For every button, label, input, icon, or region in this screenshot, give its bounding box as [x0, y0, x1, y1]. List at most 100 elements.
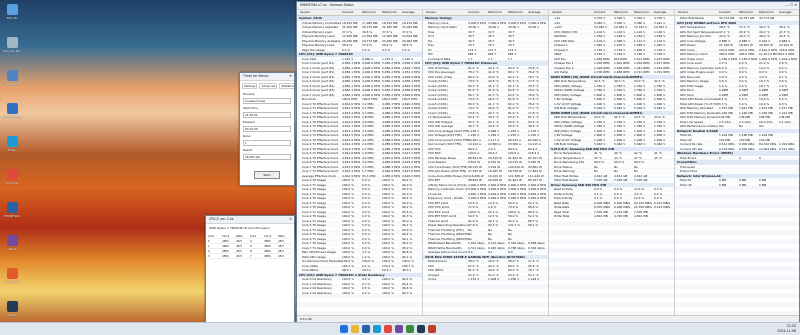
desktop-icon[interactable]: CPU-Z [2, 233, 22, 264]
sensor-row[interactable]: Write Total 4,812 MB 4,790 MB 4,812 MB [549, 214, 674, 219]
sensor-value: 0 MB [739, 182, 747, 187]
timer-window[interactable]: Timer for Bench ✕ Settings Advanced Statis… [239, 72, 295, 186]
system-tray[interactable]: 21:52 2024-11-08 [777, 324, 796, 333]
column-header-label: Current [342, 10, 354, 14]
timer-titlebar[interactable]: Timer for Bench ✕ [240, 73, 294, 81]
column-header-label: Current [594, 10, 606, 14]
app-icon [6, 103, 18, 114]
sensor-row[interactable]: Core 3 C0 Residency 100.0 % 0.2 % 100.0 % 96… [297, 291, 422, 296]
field-value[interactable]: 21:40:04 [243, 112, 291, 118]
sensor-panel-2[interactable]: Sensor Current Minimum Maximum Average Memory… [423, 10, 549, 316]
taskbar-app-icon[interactable] [384, 325, 392, 333]
taskbar-app-icon[interactable] [417, 325, 425, 333]
column-header-label: Average [402, 10, 415, 14]
tray-date: 2024-11-08 [777, 328, 796, 333]
app-icon [6, 70, 18, 81]
cpuz-cell: 3 [208, 254, 222, 259]
sensor-panel-4[interactable]: Sensor Current Minimum Maximum Average Total … [675, 10, 799, 316]
taskbar-app-icon[interactable] [351, 325, 359, 333]
desktop-icon[interactable]: Recycle Bin [2, 35, 22, 66]
tab-settings[interactable]: Settings [242, 83, 258, 89]
column-header-label: Maximum [382, 10, 397, 14]
column-header-label: Sensor [426, 10, 437, 14]
desktop-icon[interactable]: Edge [2, 134, 22, 165]
desktop-icon[interactable]: HWiNFO64 [2, 200, 22, 231]
start-button[interactable]: Start [254, 171, 280, 179]
field-label: Result [243, 148, 253, 152]
tab-statistics[interactable]: Statistics [279, 83, 294, 89]
column-header-label: Maximum [508, 10, 523, 14]
app-icon [6, 235, 18, 246]
column-header-label: Average [654, 10, 667, 14]
desktop-icon-label: HWiNFO64 [3, 214, 21, 218]
sensor-value: 1.280 V [508, 277, 520, 281]
sensor-row[interactable]: Total UP 0 MB 0 MB 0 MB [675, 183, 799, 188]
taskbar-app-icon[interactable] [406, 325, 414, 333]
desktop-icon-label: Network [5, 82, 19, 86]
column-header-label: Sensor [300, 10, 311, 14]
cpuz-title: CPU-Z ver. 2.xx [209, 217, 234, 221]
sensor-name: Vcore [428, 277, 437, 281]
desktop-icon[interactable]: Control Panel [2, 101, 22, 132]
sensor-name: Write Total [554, 214, 570, 218]
desktop-icon[interactable]: This PC [2, 2, 22, 33]
cpuz-cell: 4850 [264, 254, 278, 259]
column-header-label: Minimum [614, 10, 628, 14]
sensor-value: 0.2 % [362, 290, 371, 295]
app-icon [6, 136, 18, 147]
column-header-label: Minimum [488, 10, 502, 14]
cpuz-cell: 48.5 [236, 254, 250, 259]
taskbar: 21:52 2024-11-08 [0, 322, 800, 335]
sensor-value: 100.0 % [382, 290, 394, 295]
hwinfo-title: HWiNFO64 v7.xx - Sensors Status [300, 3, 354, 7]
sensor-value: 4,812 MB [634, 214, 648, 218]
app-icon [6, 37, 18, 48]
taskbar-app-icon[interactable] [428, 325, 436, 333]
sensor-panel-1[interactable]: Sensor Current Minimum Maximum Average System… [297, 10, 423, 316]
sensor-value: 1.008 V [488, 277, 500, 281]
taskbar-app-icon[interactable] [395, 325, 403, 333]
app-icon [6, 268, 18, 279]
column-header-label: Minimum [362, 10, 376, 14]
column-header-label: Average [528, 10, 541, 14]
desktop-icon[interactable]: Network [2, 68, 22, 99]
column-header-label: Maximum [634, 10, 649, 14]
hwinfo-titlebar[interactable]: HWiNFO64 v7.xx - Sensors Status — ☐ ✕ [297, 2, 799, 10]
desktop-icon-label: Recycle Bin [3, 49, 21, 53]
sensor-value: 0 MB [719, 182, 727, 187]
timer-tabs: Settings Advanced Statistics [240, 81, 294, 91]
taskbar-app-icon[interactable] [373, 325, 381, 333]
close-icon[interactable]: ✕ [289, 73, 292, 80]
app-icon [6, 169, 18, 180]
app-icon [6, 301, 18, 312]
desktop-icon[interactable]: Chrome [2, 167, 22, 198]
sensor-value: 4,790 MB [614, 214, 628, 218]
sensor-row[interactable]: Vcore 1.152 V 1.008 V 1.280 V 1.148 V [423, 277, 548, 282]
cpuz-window[interactable]: CPU-Z ver. 2.xx ✕ AMD Ryzen 7 7800X3D 8-… [205, 215, 295, 324]
cpuz-titlebar[interactable]: CPU-Z ver. 2.xx ✕ [206, 216, 294, 224]
sensor-value [779, 183, 799, 188]
elapsed-time: 0:12:48 [300, 317, 312, 321]
tab-advanced[interactable]: Advanced [259, 83, 278, 89]
taskbar-app-icon[interactable] [362, 325, 370, 333]
desktop-icon-label: Chrome [6, 181, 18, 185]
app-icon [6, 4, 18, 15]
sensor-value: 4,812 MB [594, 214, 608, 218]
field-label: Process [243, 92, 255, 96]
hwinfo-window[interactable]: HWiNFO64 v7.xx - Sensors Status — ☐ ✕ Se… [296, 1, 800, 323]
field-value[interactable]: cinebench.exe [243, 98, 291, 104]
taskbar-icons [340, 325, 436, 333]
field-value[interactable]: 00:10:00 [243, 126, 291, 132]
sensor-name: Core 3 C0 Residency [302, 290, 332, 295]
field-value[interactable]: 1 [243, 140, 291, 146]
field-value[interactable]: 18,405 pts [243, 154, 291, 160]
field-label: Elapsed [243, 120, 255, 124]
desktop-icon[interactable]: Cinebench [2, 266, 22, 297]
close-icon[interactable]: ✕ [289, 216, 292, 223]
taskbar-app-icon[interactable] [340, 325, 348, 333]
sensor-panel-3[interactable]: Sensor Current Minimum Maximum Average +3V 3.3… [549, 10, 675, 316]
sensor-value: 0 MB [759, 182, 767, 187]
cpuz-cell: 48.5 [278, 254, 292, 259]
window-controls-icon[interactable]: — ☐ ✕ [785, 2, 797, 9]
sensor-value: 96.3 % [402, 290, 413, 295]
